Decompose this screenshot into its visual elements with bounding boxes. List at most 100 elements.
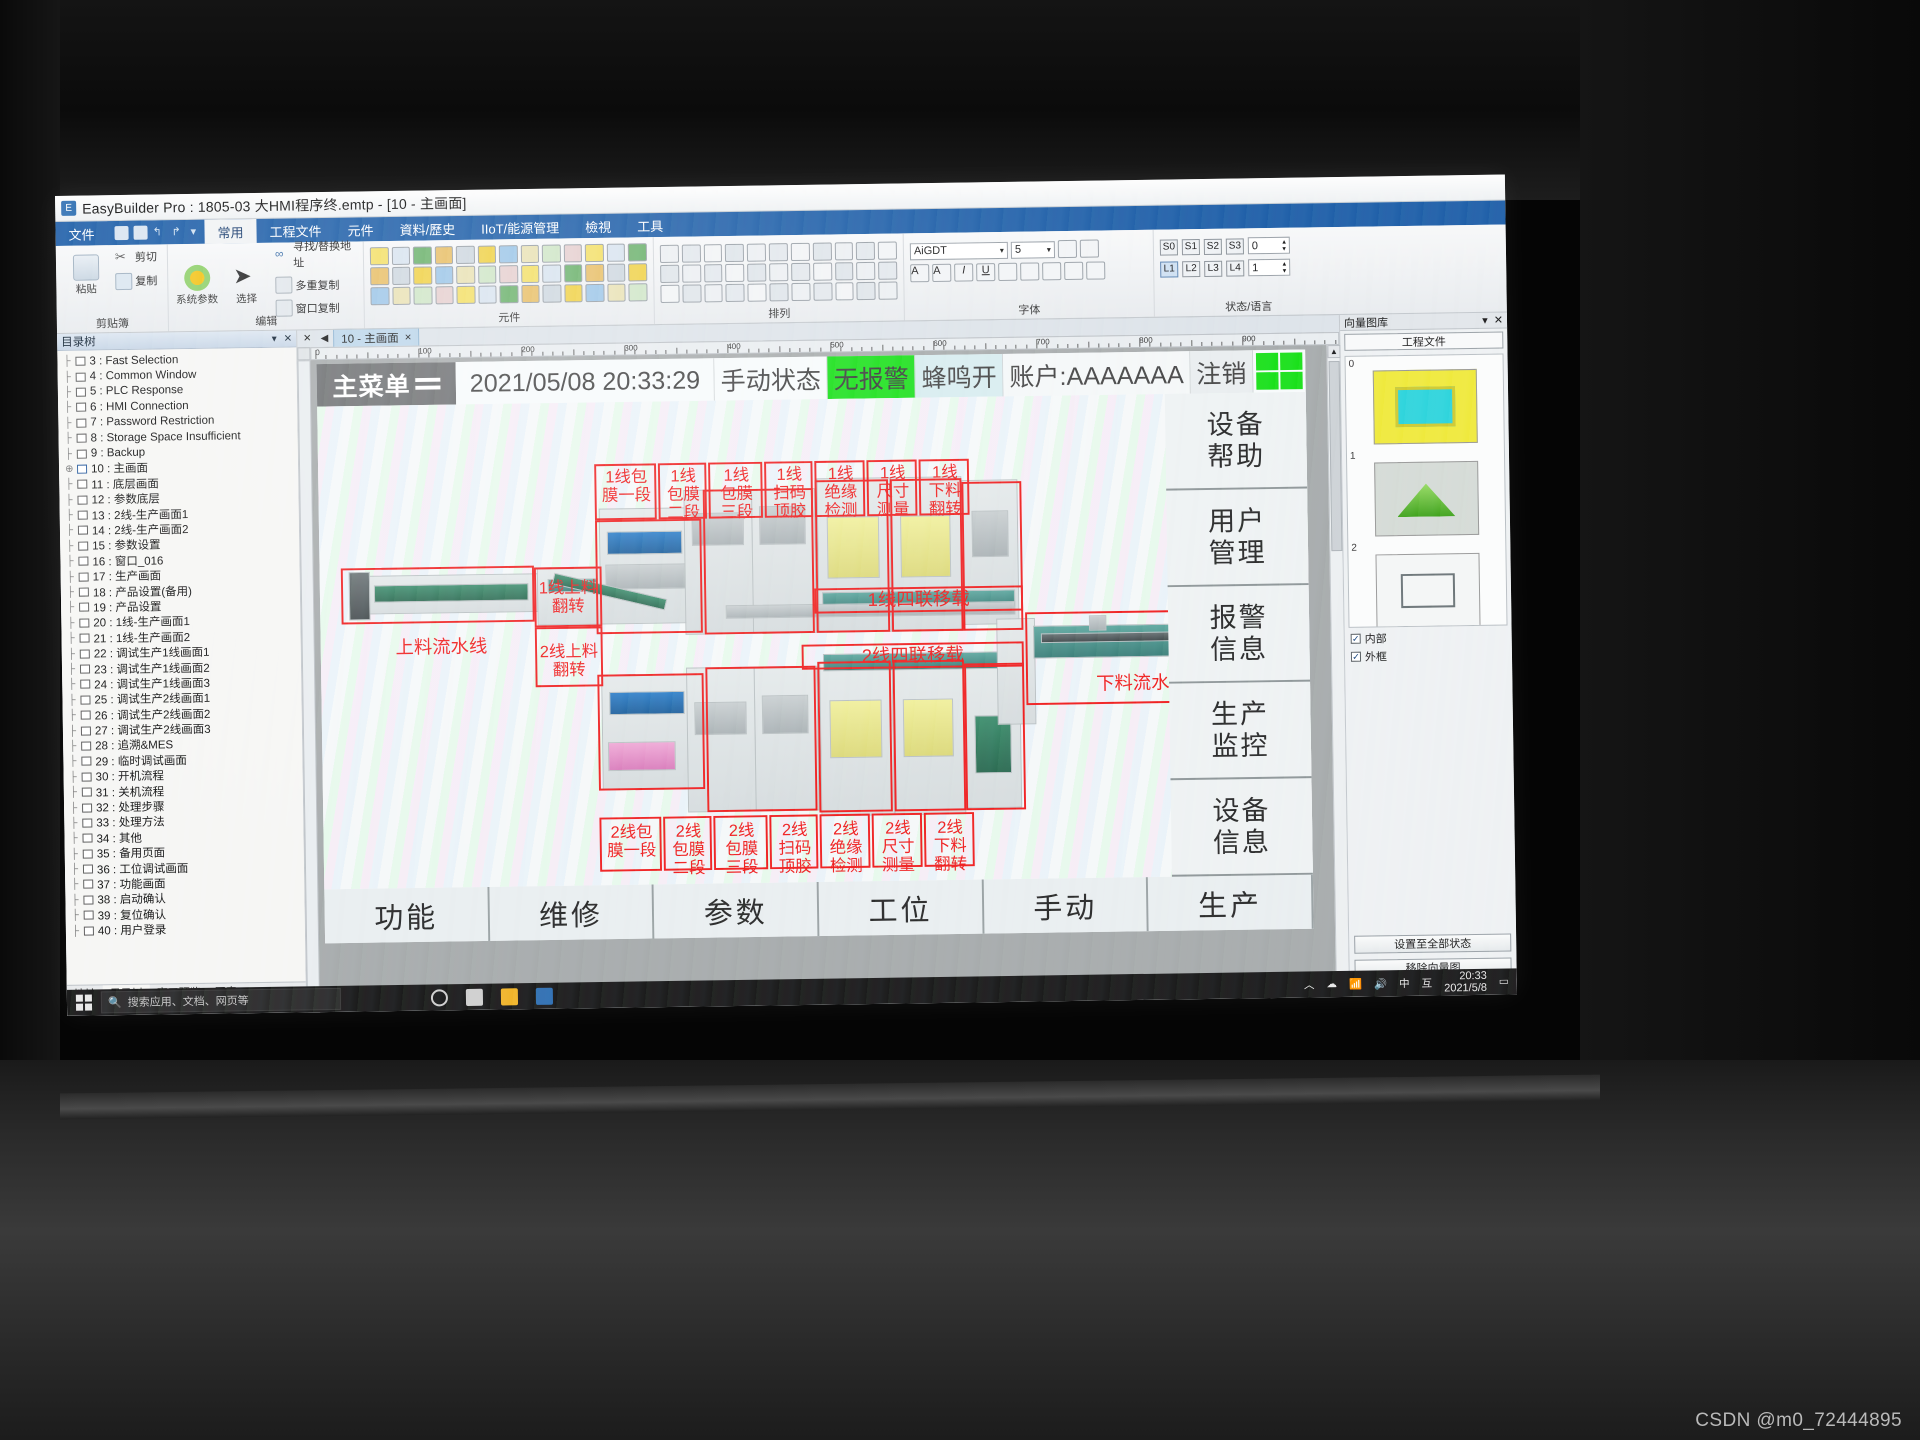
more-icon[interactable]: ▾ xyxy=(190,225,197,239)
underline-icon[interactable]: U xyxy=(976,263,995,281)
hmi-screen[interactable]: 主菜单 2021/05/08 20:33:29 手动状态 无报警 蜂鸣开 账户:… xyxy=(317,349,1314,943)
italic-icon[interactable]: I xyxy=(954,263,973,281)
ribbon-object-icon[interactable] xyxy=(703,244,722,262)
ribbon-object-icon[interactable] xyxy=(834,242,853,260)
ribbon-object-icon[interactable] xyxy=(370,247,389,265)
window-checkbox[interactable] xyxy=(79,603,89,612)
window-checkbox[interactable] xyxy=(80,680,90,689)
find-replace-address-button[interactable]: ∞ 寻找/替换地址 xyxy=(273,237,357,272)
window-checkbox[interactable] xyxy=(78,526,88,535)
undo-icon[interactable]: ↰ xyxy=(152,225,166,239)
ribbon-object-icon[interactable] xyxy=(434,246,453,264)
ribbon-object-icon[interactable] xyxy=(878,242,897,260)
window-checkbox[interactable] xyxy=(81,726,91,735)
window-checkbox[interactable] xyxy=(79,588,89,597)
ribbon-object-icon[interactable] xyxy=(564,244,583,262)
ribbon-object-icon[interactable] xyxy=(499,265,518,283)
ribbon-object-icon[interactable] xyxy=(435,286,454,304)
ribbon-object-icon[interactable] xyxy=(500,285,519,303)
ribbon-object-icon[interactable] xyxy=(607,264,626,282)
ribbon-object-icon[interactable] xyxy=(791,263,810,281)
language-l3-button[interactable]: L3 xyxy=(1204,260,1222,276)
paste-button[interactable]: 粘贴 xyxy=(62,254,111,297)
ribbon-tab-iiot[interactable]: IIoT/能源管理 xyxy=(468,214,572,240)
system-parameters-button[interactable]: 系统参数 xyxy=(174,265,220,308)
hmi-bottom-button-1[interactable]: 维修 xyxy=(489,884,655,941)
ribbon-tab-data-history[interactable]: 資料/歷史 xyxy=(386,216,468,241)
vector-arrow-green-icon[interactable] xyxy=(1374,461,1479,537)
ribbon-object-icon[interactable] xyxy=(725,244,744,262)
hmi-main-menu-button[interactable]: 主菜单 xyxy=(317,362,457,407)
ribbon-object-icon[interactable] xyxy=(478,285,497,303)
window-checkbox[interactable] xyxy=(80,665,90,674)
ribbon-object-icon[interactable] xyxy=(878,262,897,280)
vector-frame-yellow-icon[interactable] xyxy=(1372,369,1477,445)
window-checkbox[interactable] xyxy=(77,434,87,443)
ribbon-object-icon[interactable] xyxy=(812,242,831,260)
font-color-icon[interactable] xyxy=(1058,240,1077,258)
ribbon-object-icon[interactable] xyxy=(543,285,562,303)
window-checkbox[interactable] xyxy=(79,618,89,627)
language-l2-button[interactable]: L2 xyxy=(1182,261,1200,277)
window-checkbox[interactable] xyxy=(76,403,86,412)
window-checkbox[interactable] xyxy=(77,495,87,504)
tree-item-40[interactable]: ├40 : 用户登录 xyxy=(72,920,305,939)
ime-icon[interactable]: 中 xyxy=(1399,975,1410,990)
window-checkbox[interactable] xyxy=(81,757,91,766)
tab-scroll-left-icon[interactable]: ◀ xyxy=(317,333,331,344)
ribbon-object-icon[interactable] xyxy=(413,266,432,284)
pin-icon[interactable]: ▾ xyxy=(1482,314,1488,327)
ribbon-object-icon[interactable] xyxy=(628,263,647,281)
state-value-spinner[interactable]: 0 ▴▾ xyxy=(1248,237,1290,255)
hmi-bottom-button-0[interactable]: 功能 xyxy=(324,887,490,944)
window-checkbox[interactable] xyxy=(79,572,89,581)
hmi-bottom-button-5[interactable]: 生产 xyxy=(1148,875,1314,932)
align-justify-icon[interactable] xyxy=(1086,261,1105,279)
scroll-up-button[interactable]: ▲ xyxy=(1327,345,1340,358)
window-checkbox[interactable] xyxy=(82,772,92,781)
ribbon-object-icon[interactable] xyxy=(813,282,832,300)
window-checkbox[interactable] xyxy=(78,557,88,566)
object-tree-list[interactable]: ├3 : Fast Selection├4 : Common Window├5 … xyxy=(57,347,305,984)
ribbon-object-icon[interactable] xyxy=(542,265,561,283)
state-s3-button[interactable]: S3 xyxy=(1226,238,1244,254)
hmi-side-button-3[interactable]: 生产监控 xyxy=(1169,682,1311,781)
file-explorer-icon[interactable] xyxy=(501,988,518,1005)
ribbon-object-icon[interactable] xyxy=(682,244,701,262)
expand-toggle-icon[interactable]: ⊕ xyxy=(65,464,77,475)
ribbon-file-menu[interactable]: 文件 xyxy=(55,221,107,246)
ribbon-tab-view[interactable]: 檢視 xyxy=(572,214,624,239)
align-left-icon[interactable] xyxy=(1020,262,1039,280)
font-grow-icon[interactable]: A xyxy=(910,264,929,282)
ribbon-object-icon[interactable] xyxy=(391,247,410,265)
window-checkbox[interactable] xyxy=(82,788,92,797)
taskbar-clock[interactable]: 20:33 2021/5/8 xyxy=(1444,970,1487,995)
window-checkbox[interactable] xyxy=(80,695,90,704)
pin-icon[interactable]: ▾ xyxy=(272,333,277,344)
ribbon-tab-common[interactable]: 常用 xyxy=(204,219,256,244)
hmi-mode-indicator[interactable]: 手动状态 xyxy=(714,357,828,401)
hmi-bottom-button-4[interactable]: 手动 xyxy=(983,877,1149,934)
window-checkbox[interactable] xyxy=(83,895,93,904)
design-canvas[interactable]: 主菜单 2021/05/08 20:33:29 手动状态 无报警 蜂鸣开 账户:… xyxy=(310,345,1335,999)
ribbon-object-icon[interactable] xyxy=(607,284,626,302)
ribbon-tab-tools[interactable]: 工具 xyxy=(624,213,676,238)
ribbon-object-icon[interactable] xyxy=(747,243,766,261)
volume-icon[interactable]: 🔊 xyxy=(1374,977,1387,990)
window-checkbox[interactable] xyxy=(82,834,92,843)
cut-button[interactable]: ✂ 剪切 xyxy=(113,247,159,267)
windows-start-icon[interactable] xyxy=(67,989,101,1016)
ribbon-object-icon[interactable] xyxy=(747,263,766,281)
window-checkbox[interactable] xyxy=(83,849,93,858)
ribbon-object-icon[interactable] xyxy=(370,267,389,285)
ribbon-object-icon[interactable] xyxy=(660,265,679,283)
align-right-icon[interactable] xyxy=(1064,262,1083,280)
hmi-side-button-1[interactable]: 用户管理 xyxy=(1166,488,1308,587)
window-checkbox[interactable] xyxy=(77,449,87,458)
ribbon-object-icon[interactable] xyxy=(660,245,679,263)
window-checkbox[interactable] xyxy=(83,880,93,889)
window-checkbox[interactable] xyxy=(80,649,90,658)
ribbon-object-icon[interactable] xyxy=(878,282,897,300)
ribbon-object-icon[interactable] xyxy=(413,286,432,304)
window-checkbox[interactable] xyxy=(84,911,94,920)
